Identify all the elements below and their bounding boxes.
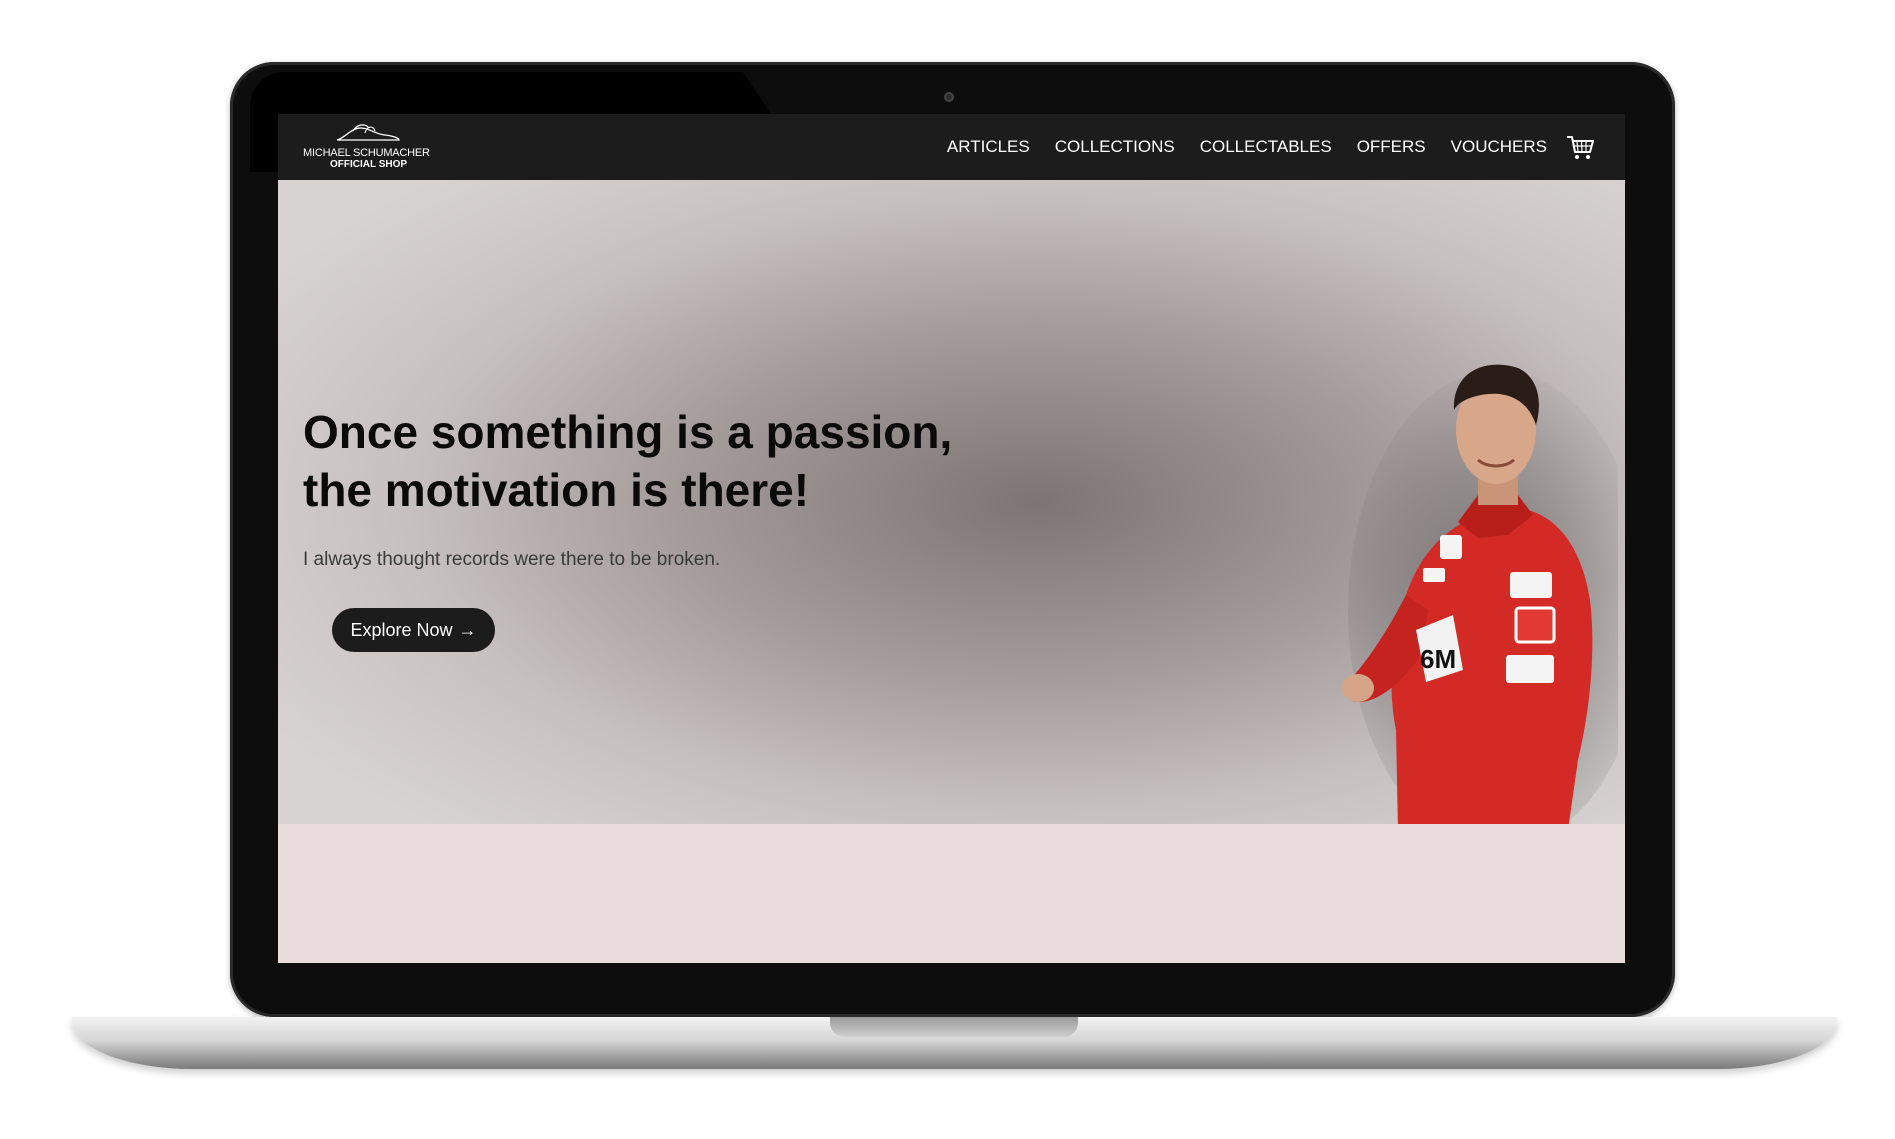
hero-headline: Once something is a passion, the motivat…	[303, 403, 1023, 519]
laptop-base	[72, 1017, 1837, 1069]
nav-item-collectables[interactable]: COLLECTABLES	[1200, 137, 1332, 157]
svg-text:6M: 6M	[1420, 644, 1456, 674]
nav-item-articles[interactable]: ARTICLES	[947, 137, 1030, 157]
brand-logo[interactable]: MICHAEL SCHUMACHER OFFICIAL SHOP	[303, 122, 433, 172]
nav-item-vouchers[interactable]: VOUCHERS	[1451, 137, 1547, 157]
driver-image: 6M	[1342, 364, 1618, 824]
explore-now-label: Explore Now	[350, 619, 453, 640]
hero-headline-line2: the motivation is there!	[303, 464, 810, 516]
hero-subtext: I always thought records were there to b…	[303, 549, 721, 570]
main-nav: ARTICLES COLLECTIONS COLLECTABLES OFFERS…	[947, 114, 1547, 180]
race-car-logo-icon	[336, 124, 400, 141]
navbar: MICHAEL SCHUMACHER OFFICIAL SHOP ARTICLE…	[278, 114, 1625, 180]
explore-now-button[interactable]: Explore Now →	[332, 608, 495, 652]
nav-item-offers[interactable]: OFFERS	[1357, 137, 1426, 157]
logo-text-name: MICHAEL SCHUMACHER	[303, 147, 430, 159]
screen: MICHAEL SCHUMACHER OFFICIAL SHOP ARTICLE…	[278, 114, 1625, 963]
logo-text-shop: OFFICIAL SHOP	[330, 159, 408, 170]
arrow-right-icon: →	[458, 619, 477, 640]
laptop-base-notch	[830, 1017, 1078, 1037]
hero-headline-line1: Once something is a passion,	[303, 406, 953, 458]
nav-item-collections[interactable]: COLLECTIONS	[1055, 137, 1175, 157]
hero-section: Once something is a passion, the motivat…	[278, 180, 1625, 824]
webcam-icon	[944, 92, 954, 102]
shopping-cart-icon[interactable]	[1565, 132, 1595, 162]
